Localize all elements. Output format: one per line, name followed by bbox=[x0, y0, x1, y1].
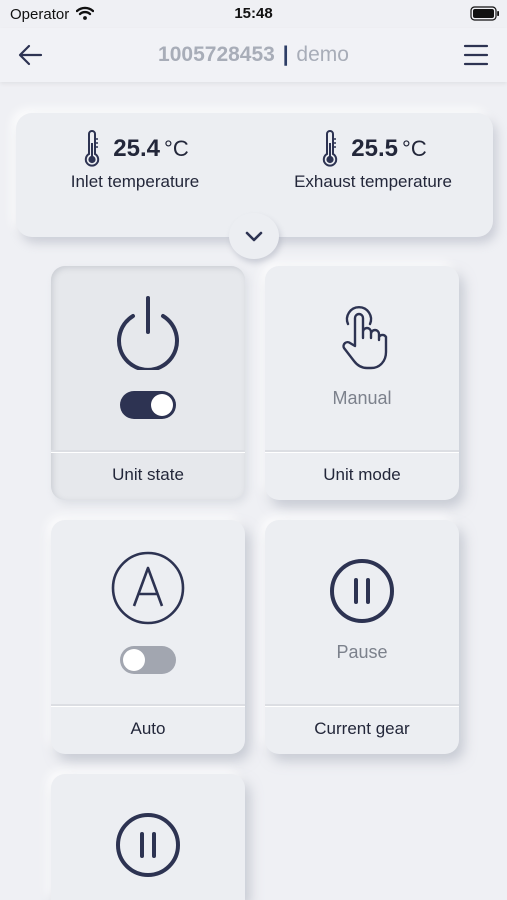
unit-state-label: Unit state bbox=[112, 465, 184, 484]
status-bar: Operator 15:48 bbox=[0, 0, 507, 28]
nav-bar: 1005728453 | demo bbox=[0, 28, 507, 82]
inlet-temperature-unit: °C bbox=[164, 136, 189, 161]
device-name: demo bbox=[296, 43, 349, 66]
unit-mode-value: Manual bbox=[332, 388, 392, 408]
auto-toggle[interactable] bbox=[120, 646, 176, 674]
expand-button[interactable] bbox=[229, 213, 279, 259]
thermometer-icon bbox=[85, 130, 100, 167]
thermometer-icon bbox=[323, 130, 338, 167]
inlet-temperature-label: Inlet temperature bbox=[70, 172, 200, 191]
unit-mode-tile[interactable]: Manual Unit mode bbox=[265, 266, 459, 500]
tile-divider bbox=[265, 704, 459, 706]
unit-state-tile[interactable]: Unit state bbox=[51, 266, 245, 500]
exhaust-temperature-value: 25.5 bbox=[351, 135, 399, 162]
tile-divider bbox=[51, 704, 245, 706]
unit-state-toggle[interactable] bbox=[120, 391, 176, 419]
partial-tile[interactable] bbox=[51, 774, 245, 900]
current-gear-label: Current gear bbox=[314, 719, 410, 738]
auto-label: Auto bbox=[130, 719, 166, 738]
toggle-knob bbox=[123, 649, 145, 671]
pause-icon bbox=[330, 559, 394, 623]
battery-icon bbox=[470, 6, 499, 21]
exhaust-temperature-unit: °C bbox=[402, 136, 427, 161]
hamburger-menu-icon bbox=[463, 44, 489, 66]
inlet-temperature-value: 25.4 bbox=[113, 135, 161, 162]
hand-pointer-icon bbox=[342, 306, 388, 370]
menu-button[interactable] bbox=[460, 40, 492, 70]
chevron-down-icon bbox=[245, 231, 263, 242]
current-gear-value: Pause bbox=[336, 642, 388, 662]
device-id: 1005728453 bbox=[158, 43, 275, 66]
exhaust-temperature: 25.5 °C Exhaust temperature bbox=[254, 129, 492, 192]
toggle-knob bbox=[151, 394, 173, 416]
status-time: 15:48 bbox=[234, 5, 273, 22]
current-gear-tile[interactable]: Pause Current gear bbox=[265, 520, 459, 754]
title-separator: | bbox=[282, 43, 289, 66]
pause-icon bbox=[116, 813, 180, 877]
tile-divider bbox=[265, 450, 459, 452]
page-title: 1005728453 | demo bbox=[0, 43, 507, 67]
auto-mode-icon bbox=[111, 551, 185, 625]
auto-tile[interactable]: Auto bbox=[51, 520, 245, 754]
exhaust-temperature-label: Exhaust temperature bbox=[294, 172, 452, 191]
tile-divider bbox=[51, 450, 245, 452]
unit-mode-label: Unit mode bbox=[323, 465, 401, 484]
inlet-temperature: 25.4 °C Inlet temperature bbox=[16, 129, 254, 192]
power-icon bbox=[117, 296, 179, 370]
